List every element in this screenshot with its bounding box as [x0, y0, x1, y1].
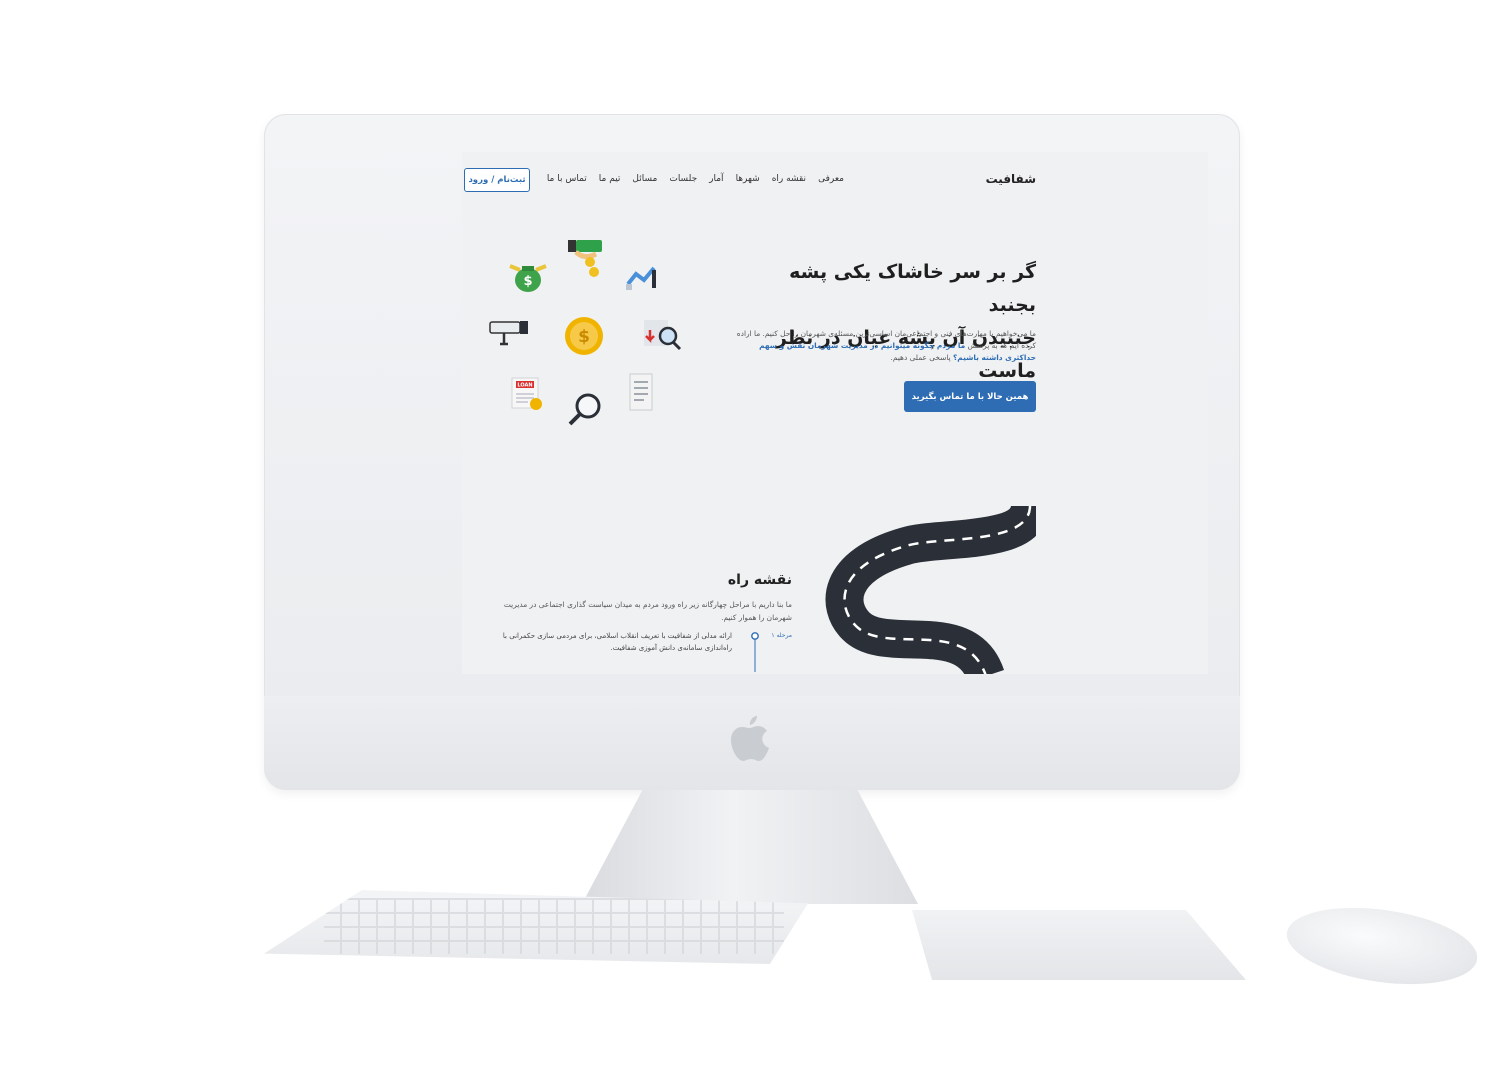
website-screen: شفافیت معرفی نقشه راه شهرها آمار جلسات م… [462, 152, 1208, 674]
magnifier-icon [568, 393, 601, 426]
road-illustration [825, 506, 1036, 674]
keyboard [264, 890, 808, 964]
roadmap-description: ما بنا داریم با مراحل چهارگانه زیر راه و… [503, 600, 792, 622]
mouse [1281, 896, 1483, 996]
cash-hand-icon [568, 240, 602, 277]
svg-text:$: $ [578, 327, 590, 347]
chart-icon [626, 266, 656, 290]
apple-logo [731, 716, 769, 761]
money-bag-icon: $ [509, 264, 547, 292]
timeline-marker [751, 632, 759, 672]
cctv-camera-icon [489, 321, 528, 346]
coin-icon: $ [565, 317, 603, 355]
roadmap-step-label: مرحله ۱ [771, 632, 792, 639]
document-search-icon [644, 320, 682, 351]
receipt-icon [629, 373, 653, 411]
monitor-stand [582, 790, 918, 904]
svg-text:LOAN: LOAN [517, 383, 532, 389]
svg-text:$: $ [523, 274, 532, 289]
trackpad [912, 910, 1246, 980]
loan-document-icon: LOAN [511, 377, 542, 410]
roadmap-step-text: ارائه مدلی از شفافیت با تعریف انقلاب اسل… [502, 632, 732, 652]
roadmap-title: نقشه راه [727, 572, 792, 588]
